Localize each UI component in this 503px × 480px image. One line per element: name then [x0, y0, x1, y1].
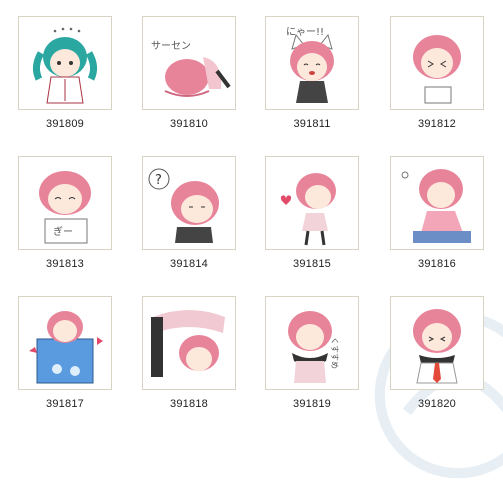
heart-pink-hair-sticker-icon	[280, 173, 336, 246]
sticker-id-label[interactable]: 391816	[389, 258, 485, 270]
scarf-pink-hair-sticker-icon: くすすめ	[288, 311, 339, 383]
question-mark-icon: ?	[155, 173, 162, 188]
sticker-thumbnail[interactable]	[390, 156, 484, 250]
sticker-grid: 391809 サーセン 391810 にゃー!! 391811 391812 ぎ…	[0, 0, 503, 420]
question-pink-hair-sticker-icon: ?	[148, 168, 219, 243]
sticker-tile[interactable]: ? 391814	[141, 156, 237, 270]
sticker-caption: にゃー!!	[286, 26, 324, 38]
sitting-pink-hair-sticker-icon	[401, 169, 471, 243]
sticker-id-label[interactable]: 391814	[141, 258, 237, 270]
sticker-thumbnail[interactable]	[390, 16, 484, 110]
sticker-tile[interactable]: 391809	[17, 16, 113, 130]
sticker-caption: ぎー	[53, 225, 73, 238]
sticker-id-label[interactable]: 391820	[389, 398, 485, 410]
sticker-id-label[interactable]: 391818	[141, 398, 237, 410]
sticker-thumbnail[interactable]	[265, 156, 359, 250]
bowing-pink-hair-sticker-icon: サーセン	[151, 40, 231, 97]
sticker-tile[interactable]: 391817	[17, 296, 113, 410]
teal-hair-girl-sticker-icon	[32, 27, 98, 104]
sticker-tile[interactable]: サーセン 391810	[141, 16, 237, 130]
sticker-thumbnail[interactable]: サーセン	[142, 16, 236, 110]
sticker-tile[interactable]: 391820	[389, 296, 485, 410]
sticker-thumbnail[interactable]: ぎー	[18, 156, 112, 250]
sticker-thumbnail[interactable]: にゃー!!	[265, 16, 359, 110]
bending-pink-hair-sticker-icon	[151, 310, 225, 377]
pink-hair-board-sticker-icon: ぎー	[39, 171, 91, 244]
sticker-id-label[interactable]: 391809	[17, 118, 113, 130]
bath-pink-hair-sticker-icon	[29, 311, 103, 384]
sticker-thumbnail[interactable]	[390, 296, 484, 390]
sticker-id-label[interactable]: 391810	[141, 118, 237, 130]
sticker-thumbnail[interactable]	[18, 16, 112, 110]
sticker-tile[interactable]: くすすめ 391819	[264, 296, 360, 410]
sticker-id-label[interactable]: 391811	[264, 118, 360, 130]
sticker-id-label[interactable]: 391817	[17, 398, 113, 410]
sticker-caption: サーセン	[151, 40, 191, 52]
sticker-caption: くすすめ	[330, 337, 339, 369]
sticker-id-label[interactable]: 391815	[264, 258, 360, 270]
sticker-thumbnail[interactable]	[18, 296, 112, 390]
sticker-thumbnail[interactable]: ?	[142, 156, 236, 250]
sticker-id-label[interactable]: 391819	[264, 398, 360, 410]
pink-hair-sign-sticker-icon	[413, 35, 461, 104]
sticker-tile[interactable]: にゃー!! 391811	[264, 16, 360, 130]
sticker-tile[interactable]: ぎー 391813	[17, 156, 113, 270]
sticker-tile[interactable]: 391815	[264, 156, 360, 270]
sticker-id-label[interactable]: 391813	[17, 258, 113, 270]
tie-pink-hair-sticker-icon	[413, 309, 461, 384]
sticker-thumbnail[interactable]: くすすめ	[265, 296, 359, 390]
sticker-thumbnail[interactable]	[142, 296, 236, 390]
sticker-tile[interactable]: 391818	[141, 296, 237, 410]
sticker-id-label[interactable]: 391812	[389, 118, 485, 130]
cat-ears-pink-hair-sticker-icon: にゃー!!	[286, 26, 334, 103]
sticker-tile[interactable]: 391812	[389, 16, 485, 130]
sticker-tile[interactable]: 391816	[389, 156, 485, 270]
